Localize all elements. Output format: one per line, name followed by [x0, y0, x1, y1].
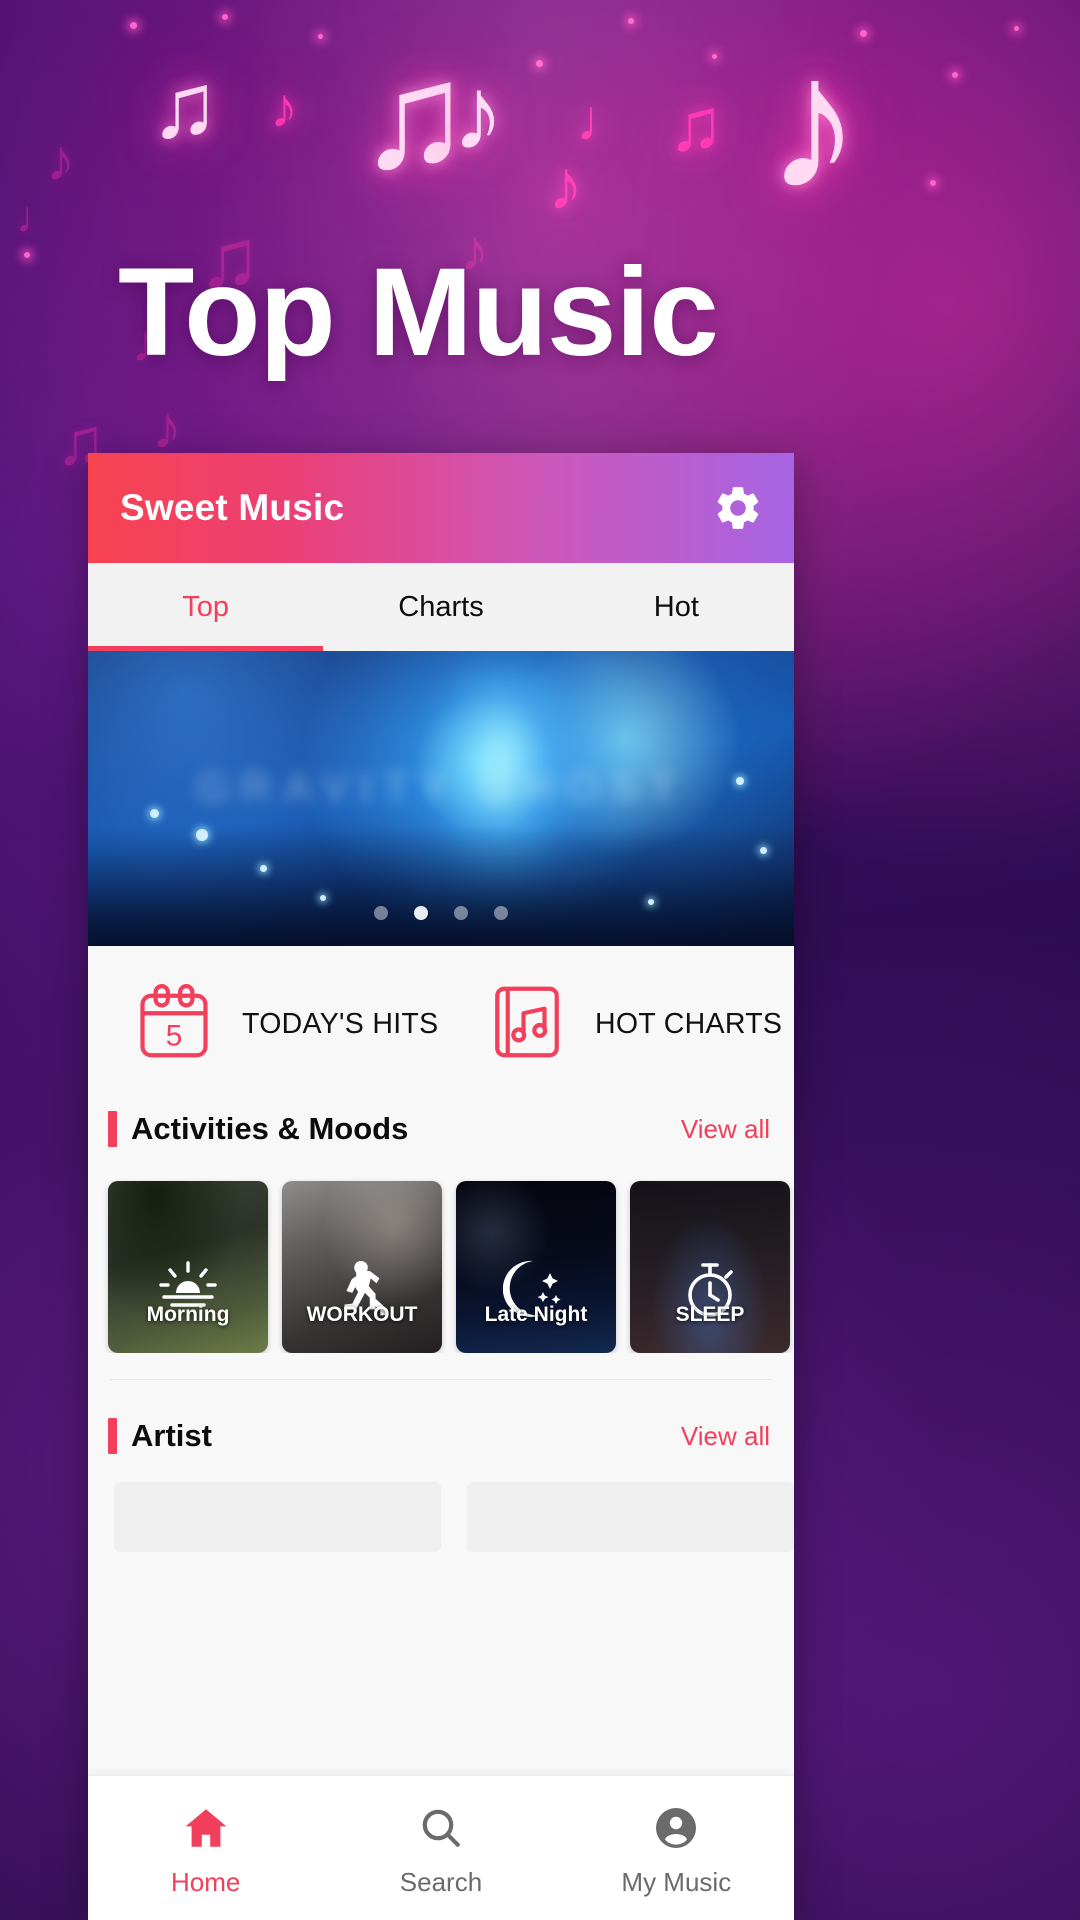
banner-carousel[interactable]: GRAVITY GHOST: [88, 651, 794, 946]
carousel-dot[interactable]: [414, 906, 428, 920]
view-all-artist[interactable]: View all: [681, 1421, 770, 1452]
app-bar-title: Sweet Music: [120, 487, 345, 528]
banner-sparkle: [648, 899, 654, 905]
page-title: Top Music: [118, 243, 719, 382]
music-note-icon: ♪: [152, 394, 182, 461]
sparkle-dot: [222, 14, 228, 20]
music-note-icon: ♪: [766, 17, 861, 229]
music-note-icon: ♫: [150, 55, 219, 157]
section-divider: [110, 1379, 772, 1380]
bottom-navigation-bar: Home Search My Music: [88, 1775, 794, 1920]
sparkle-dot: [952, 72, 958, 78]
artist-card[interactable]: [114, 1482, 441, 1552]
section-accent-bar: [108, 1111, 117, 1147]
section-header-artist: Artist View all: [88, 1406, 794, 1466]
home-icon: [180, 1804, 232, 1857]
quick-action-row: 5 TODAY'S HITS HOT CHARTS: [88, 946, 794, 1099]
content-sheet: 5 TODAY'S HITS HOT CHARTS Activities & M…: [88, 946, 794, 1920]
sparkle-dot: [536, 60, 543, 67]
banner-sparkle: [736, 777, 744, 785]
mood-tile-label: Late Night: [484, 1303, 588, 1326]
nav-item-home[interactable]: Home: [88, 1776, 323, 1920]
mood-tile-label: Morning: [146, 1303, 230, 1326]
sparkle-dot: [130, 22, 137, 29]
banner-sparkle: [150, 809, 159, 818]
carousel-dot[interactable]: [374, 906, 388, 920]
app-bar: Sweet Music: [88, 453, 794, 563]
section-header-activities-moods: Activities & Moods View all: [88, 1099, 794, 1159]
carousel-dot[interactable]: [494, 906, 508, 920]
sparkle-dot: [860, 30, 867, 37]
mood-tile-label: SLEEP: [675, 1303, 745, 1326]
quick-action-label: TODAY'S HITS: [242, 1008, 439, 1040]
tab-charts[interactable]: Charts: [323, 563, 558, 651]
banner-sparkle: [320, 895, 326, 901]
nav-item-label: Home: [170, 1867, 241, 1897]
artist-card[interactable]: [467, 1482, 794, 1552]
mood-tile-label: WORKOUT: [306, 1303, 418, 1326]
section-title: Activities & Moods: [131, 1111, 409, 1146]
quick-action-hot-charts[interactable]: HOT CHARTS: [441, 980, 794, 1069]
tab-bar: Top Charts Hot: [88, 563, 794, 651]
sparkle-dot: [628, 18, 634, 24]
account-circle-icon: [650, 1804, 702, 1857]
view-all-activities-moods[interactable]: View all: [681, 1114, 770, 1145]
calendar-icon: 5: [132, 980, 216, 1069]
tab-label: Hot: [653, 590, 699, 623]
music-note-icon: ♫: [668, 83, 724, 166]
sparkle-dot: [930, 180, 936, 186]
sparkle-dot: [318, 34, 323, 39]
music-note-icon: ♪: [270, 76, 298, 139]
music-note-icon: ♩: [16, 193, 60, 242]
app-window: Sweet Music Top Charts Hot GRAVITY GHOST: [88, 453, 794, 1920]
mood-tile-sleep[interactable]: SLEEP: [630, 1181, 790, 1353]
quick-action-label: HOT CHARTS: [595, 1008, 783, 1040]
sparkle-dot: [24, 252, 30, 258]
calendar-day-number: 5: [166, 1020, 183, 1053]
tab-top[interactable]: Top: [88, 563, 323, 651]
mood-tile-row[interactable]: Morning WORKOUT Late Night SLEEP: [88, 1159, 794, 1353]
section-title: Artist: [131, 1418, 212, 1453]
section-accent-bar: [108, 1418, 117, 1454]
music-book-icon: [485, 980, 569, 1069]
tab-label: Top: [182, 590, 230, 623]
tab-label: Charts: [398, 590, 484, 623]
sparkle-dot: [712, 54, 717, 59]
music-note-icon: ♫: [358, 31, 471, 199]
banner-foreground-silhouette: [88, 826, 794, 946]
music-note-icon: ♪: [46, 128, 75, 193]
banner-sparkle: [196, 829, 208, 841]
music-note-icon: ♩: [576, 88, 634, 153]
nav-item-label: Search: [399, 1867, 483, 1897]
nav-item-search[interactable]: Search: [323, 1776, 558, 1920]
banner-sparkle: [760, 847, 767, 854]
banner-sparkle: [260, 865, 267, 872]
search-icon: [415, 1804, 467, 1857]
music-note-icon: ♪: [452, 56, 504, 172]
mood-tile-late-night[interactable]: Late Night: [456, 1181, 616, 1353]
nav-item-label: My Music: [621, 1867, 732, 1897]
music-note-icon: ♪: [548, 146, 583, 224]
carousel-dots: [88, 906, 794, 920]
carousel-dot[interactable]: [454, 906, 468, 920]
nav-item-my-music[interactable]: My Music: [559, 1776, 794, 1920]
gear-icon[interactable]: [710, 480, 766, 536]
mood-tile-workout[interactable]: WORKOUT: [282, 1181, 442, 1353]
mood-tile-morning[interactable]: Morning: [108, 1181, 268, 1353]
artist-rail[interactable]: [88, 1466, 794, 1552]
banner-ghost-title: GRAVITY GHOST: [195, 763, 687, 812]
tab-hot[interactable]: Hot: [559, 563, 794, 651]
quick-action-todays-hits[interactable]: 5 TODAY'S HITS: [88, 980, 441, 1069]
sparkle-dot: [1014, 26, 1019, 31]
